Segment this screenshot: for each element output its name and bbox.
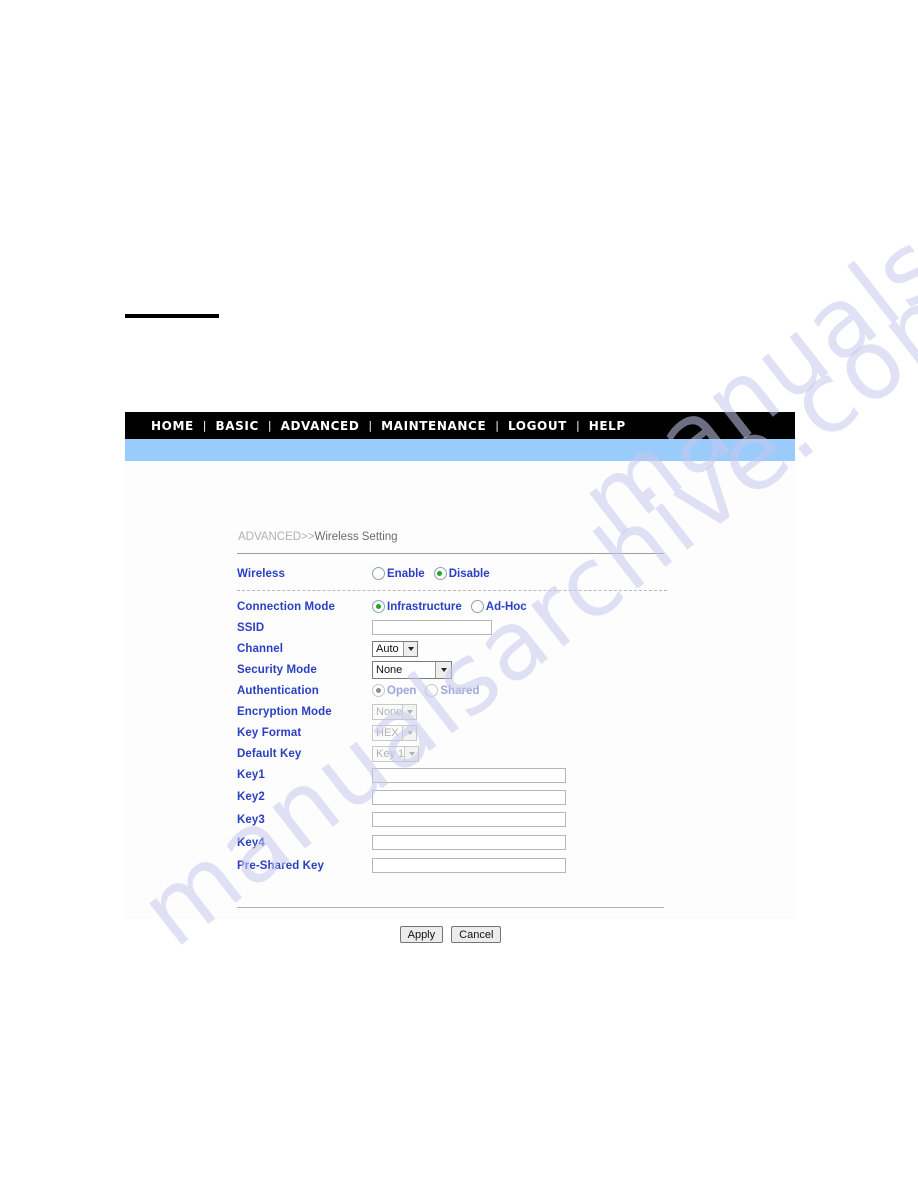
row-key4: Key4 xyxy=(237,831,667,854)
router-admin-page: HOME | BASIC | ADVANCED | MAINTENANCE | … xyxy=(125,412,795,943)
nav-separator: | xyxy=(202,419,207,432)
chevron-down-icon xyxy=(404,746,418,761)
cancel-button[interactable]: Cancel xyxy=(451,926,502,943)
radio-connection-infrastructure[interactable]: Infrastructure xyxy=(372,600,462,613)
chevron-down-icon xyxy=(435,661,451,678)
nav-item-basic[interactable]: BASIC xyxy=(216,419,259,433)
radio-label: Shared xyxy=(440,684,480,697)
radio-dot-icon xyxy=(470,600,484,613)
label-key3: Key3 xyxy=(237,813,265,826)
form-bottom-divider xyxy=(237,907,664,908)
wireless-radio-group: Enable Disable xyxy=(372,567,499,580)
row-default-key: Default Key Key 1 xyxy=(237,743,667,764)
breadcrumb-divider xyxy=(237,553,664,554)
apply-button[interactable]: Apply xyxy=(399,926,444,943)
nav-item-maintenance[interactable]: MAINTENANCE xyxy=(381,419,486,433)
form-button-bar: Apply Cancel xyxy=(237,926,664,943)
key1-input[interactable] xyxy=(372,767,566,783)
breadcrumb: ADVANCED>>Wireless Setting xyxy=(238,531,398,543)
label-key2: Key2 xyxy=(237,791,265,803)
chevron-down-icon xyxy=(402,725,416,740)
nav-separator: | xyxy=(368,419,373,432)
channel-select[interactable]: Auto xyxy=(372,640,418,657)
radio-dot-icon xyxy=(372,567,385,580)
radio-label: Infrastructure xyxy=(387,600,462,613)
label-key4: Key4 xyxy=(237,836,265,849)
nav-separator: | xyxy=(495,419,499,432)
wireless-settings-form: Wireless Enable Disable Connection Mode … xyxy=(237,560,667,877)
row-key2: Key2 xyxy=(237,786,667,808)
security-mode-select[interactable]: None xyxy=(372,660,452,679)
label-key1: Key1 xyxy=(237,769,265,781)
ssid-input[interactable] xyxy=(372,620,492,635)
row-authentication: Authentication Open Shared xyxy=(237,680,667,701)
radio-connection-adhoc[interactable]: Ad-Hoc xyxy=(470,600,527,613)
label-security-mode: Security Mode xyxy=(237,663,317,676)
label-ssid: SSID xyxy=(237,621,265,634)
channel-select-value: Auto xyxy=(376,642,399,655)
label-default-key: Default Key xyxy=(237,747,302,760)
main-navigation: HOME | BASIC | ADVANCED | MAINTENANCE | … xyxy=(125,412,795,439)
radio-authentication-open[interactable]: Open xyxy=(372,684,416,697)
page-top-rule xyxy=(125,314,219,318)
default-key-select-value: Key 1 xyxy=(376,747,404,760)
radio-label: Ad-Hoc xyxy=(485,600,527,613)
key2-input[interactable] xyxy=(372,789,566,805)
label-connection-mode: Connection Mode xyxy=(237,600,335,613)
label-wireless: Wireless xyxy=(237,567,286,580)
chevron-down-icon xyxy=(403,641,417,656)
row-connection-mode: Connection Mode Infrastructure Ad-Hoc xyxy=(237,596,667,617)
row-pre-shared-key: Pre-Shared Key xyxy=(237,854,667,877)
breadcrumb-current: Wireless Setting xyxy=(314,531,398,543)
radio-label: Enable xyxy=(387,567,425,580)
chevron-down-icon xyxy=(402,704,416,719)
radio-authentication-shared[interactable]: Shared xyxy=(425,684,479,697)
radio-dot-icon xyxy=(372,600,385,613)
breadcrumb-parent[interactable]: ADVANCED>> xyxy=(238,531,314,543)
key4-input[interactable] xyxy=(372,835,566,850)
radio-label: Open xyxy=(387,684,417,697)
key-format-select-value: HEX xyxy=(376,726,399,739)
row-security-mode: Security Mode None xyxy=(237,659,667,680)
pre-shared-key-input[interactable] xyxy=(372,858,566,873)
radio-wireless-disable[interactable]: Disable xyxy=(433,567,490,580)
row-wireless: Wireless Enable Disable xyxy=(237,560,667,587)
label-encryption-mode: Encryption Mode xyxy=(237,705,332,718)
nav-item-logout[interactable]: LOGOUT xyxy=(508,419,567,433)
nav-item-help[interactable]: HELP xyxy=(589,419,626,433)
radio-label: Disable xyxy=(448,567,490,580)
label-channel: Channel xyxy=(237,642,284,655)
encryption-mode-select[interactable]: None xyxy=(372,703,417,720)
radio-dot-icon xyxy=(372,684,385,697)
content-area: ADVANCED>>Wireless Setting Wireless Enab… xyxy=(125,461,795,943)
radio-dot-icon xyxy=(433,567,447,580)
row-key-format: Key Format HEX xyxy=(237,722,667,743)
radio-dot-icon xyxy=(425,684,439,697)
connection-mode-radio-group: Infrastructure Ad-Hoc xyxy=(372,600,536,613)
key3-input[interactable] xyxy=(372,812,566,827)
label-authentication: Authentication xyxy=(237,684,319,697)
label-key-format: Key Format xyxy=(237,726,302,739)
row-ssid: SSID xyxy=(237,617,667,638)
label-pre-shared-key: Pre-Shared Key xyxy=(237,859,325,872)
nav-item-advanced[interactable]: ADVANCED xyxy=(281,419,360,433)
row-key1: Key1 xyxy=(237,764,667,786)
row-channel: Channel Auto xyxy=(237,638,667,659)
authentication-radio-group: Open Shared xyxy=(372,684,488,697)
header-blue-band xyxy=(125,439,795,461)
row-key3: Key3 xyxy=(237,808,667,831)
default-key-select[interactable]: Key 1 xyxy=(372,745,419,762)
encryption-mode-select-value: None xyxy=(376,705,402,718)
radio-wireless-enable[interactable]: Enable xyxy=(372,567,425,580)
row-encryption-mode: Encryption Mode None xyxy=(237,701,667,722)
nav-separator: | xyxy=(575,419,580,432)
nav-separator: | xyxy=(267,419,272,432)
nav-item-home[interactable]: HOME xyxy=(151,419,194,433)
form-dashed-divider xyxy=(237,590,667,592)
security-mode-select-value: None xyxy=(376,663,403,676)
key-format-select[interactable]: HEX xyxy=(372,724,417,741)
